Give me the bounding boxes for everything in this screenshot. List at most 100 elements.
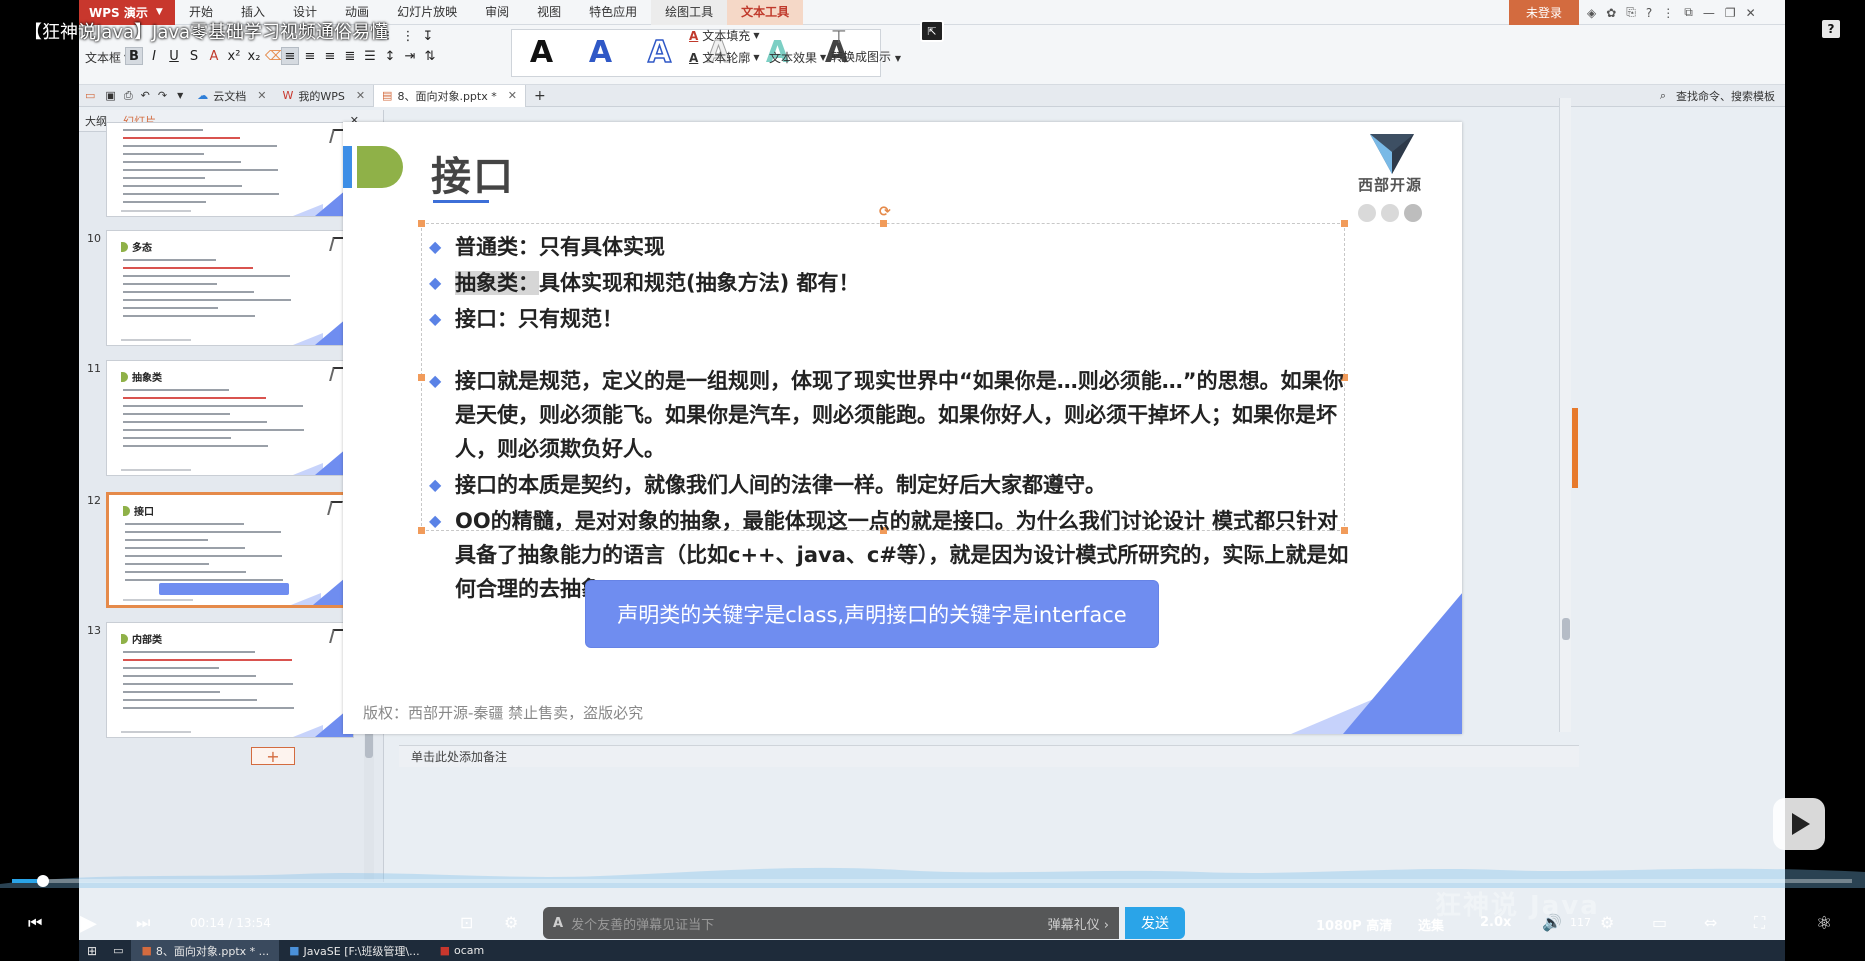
underline-icon[interactable]: U [165,47,183,65]
slide-canvas[interactable]: 接口 西部开源 ⟳ 普通类：只有具体实现 抽象类：具体实现和规范(抽象方法) 都… [343,122,1462,734]
shadow-icon[interactable]: S [185,47,203,65]
close-tab-icon[interactable]: ✕ [257,89,266,102]
video-progress-bar[interactable] [12,875,1852,887]
player-menu-icon[interactable]: ⚛ [1816,913,1832,934]
close-tab-icon[interactable]: ✕ [356,89,365,102]
wordart-style-1[interactable]: A [530,38,553,68]
slide-thumbnail[interactable]: 抽象类 [106,360,354,476]
menu-item[interactable]: 幻灯片放映 [383,0,471,25]
open-folder-icon[interactable]: ▭ [79,89,101,102]
resize-handle[interactable] [1341,220,1348,227]
slide-thumbnail[interactable]: 多态 [106,230,354,346]
window-restore-icon[interactable]: ⧉ [1684,5,1693,20]
danmaku-settings-icon[interactable]: ⚙ [504,913,518,932]
danmaku-etiquette-link[interactable]: 弹幕礼仪 › [1048,914,1109,933]
redo-icon[interactable]: ↷ [154,89,171,102]
document-tab[interactable]: ▤ 8、面向对象.pptx * ✕ [373,84,526,107]
resize-handle[interactable] [418,220,425,227]
bold-icon[interactable]: B [125,47,143,65]
indent-icon[interactable]: ⇥ [401,47,419,65]
slide-thumbnail[interactable] [106,122,354,217]
next-icon[interactable]: ⏭ [136,913,150,933]
web-fullscreen-icon[interactable]: ⇔ [1704,913,1717,932]
convert-smartart-button[interactable]: ⊤ 转换成图示 ▼ [831,27,901,65]
taskbar-item[interactable]: ■ JavaSE [F:\班级管理\... [279,940,429,961]
danmaku-input[interactable]: A 发个友善的弹幕见证当下 弹幕礼仪 › [543,907,1119,939]
wordart-style-2[interactable]: A [589,38,612,68]
search-commands[interactable]: 查找命令、搜索模板 [1676,88,1775,104]
document-tab[interactable]: ☁ 云文档 ✕ [189,85,274,107]
subscript-icon[interactable]: x₂ [245,47,263,65]
text-fill-dropdown[interactable]: A 文本填充 ▼ [689,27,759,44]
task-view-icon[interactable]: ▭ [105,944,131,957]
rotate-handle-icon[interactable]: ⟳ [879,204,891,220]
menu-item[interactable]: 审阅 [471,0,523,25]
chevron-down-icon[interactable]: ▼ [171,91,189,100]
play-icon[interactable]: ▶ [80,911,97,936]
danmaku-style-icon[interactable]: A [553,916,563,931]
widescreen-icon[interactable]: ▭ [1652,913,1667,932]
align-right-icon[interactable]: ≡ [321,47,339,65]
slide-title[interactable]: 接口 [431,144,515,202]
new-tab-icon[interactable]: + [526,88,554,104]
slide-body[interactable]: 普通类：只有具体实现 抽象类：具体实现和规范(抽象方法) 都有！ 接口：只有规范… [429,230,1349,608]
help-icon[interactable]: ? [1646,6,1652,20]
settings-icon[interactable]: ⚙ [1600,913,1614,932]
menu-item[interactable]: 文本工具 [727,0,804,25]
maximize-icon[interactable]: ❐ [1725,6,1736,20]
undo-icon[interactable]: ↶ [137,89,154,102]
slide-scroll-thumb[interactable] [1562,618,1570,640]
text-outline-dropdown[interactable]: A 文本轮廓 ▼ [689,49,759,66]
print-icon[interactable]: ⎙ [120,89,137,103]
send-danmaku-button[interactable]: 发送 [1125,907,1185,939]
more-icon[interactable]: ⋮ [1662,6,1674,20]
text-box-dropdown[interactable]: 文本框 ▼ [85,49,130,66]
slide-scrollbar[interactable] [1559,98,1571,732]
menu-item[interactable]: 特色应用 [575,0,651,25]
menu-item[interactable]: 视图 [523,0,575,25]
justify-icon[interactable]: ≣ [341,47,359,65]
document-tab[interactable]: W 我的WPS ✕ [274,85,373,107]
superscript-icon[interactable]: x² [225,47,243,65]
align-left-icon[interactable]: ≡ [281,47,299,65]
resize-handle[interactable] [418,527,425,534]
login-button[interactable]: 未登录 [1509,0,1579,25]
add-slide-button[interactable]: + [251,747,295,766]
close-tab-icon[interactable]: ✕ [508,89,517,102]
slide-thumbnail[interactable]: 接口 [106,492,354,608]
keyword-callout[interactable]: 声明类的关键字是class,声明接口的关键字是interface [585,580,1159,648]
font-color-icon[interactable]: A [205,47,223,65]
share-icon[interactable]: ⎘ [1626,5,1636,20]
outline-tab[interactable]: 大纲 [85,113,107,129]
menu-item[interactable]: 绘图工具 [651,0,728,25]
taskbar-item[interactable]: ■ 8、面向对象.pptx * ... [131,940,280,961]
picture-in-picture-icon[interactable]: ⇱ [920,20,944,42]
windows-start-icon[interactable]: ⊞ [79,944,105,958]
quality-selector[interactable]: 1080P 高清 [1316,915,1392,934]
align-center-icon[interactable]: ≡ [301,47,319,65]
close-icon[interactable]: ✕ [1746,6,1756,20]
numbered-list-icon[interactable]: ⋮ [399,27,417,45]
skin-icon[interactable]: ◈ [1587,6,1596,20]
resize-handle[interactable] [418,374,425,381]
question-icon[interactable]: ? [1822,20,1840,38]
resize-handle[interactable] [880,220,887,227]
distribute-icon[interactable]: ☰ [361,47,379,65]
danmaku-toggle-icon[interactable]: ⊡ [460,913,473,932]
minimize-icon[interactable]: — [1703,6,1715,20]
text-effect-dropdown[interactable]: 文本效果 ▼ [769,49,826,66]
line-spacing-icon[interactable]: ↕ [381,47,399,65]
save-icon[interactable]: ▣ [101,89,119,102]
fullscreen-icon[interactable]: ⛶ [1754,913,1765,933]
previous-icon[interactable]: ⏮ [28,913,42,933]
settings-icon[interactable]: ✿ [1606,6,1616,20]
notes-area[interactable]: 单击此处添加备注 [399,745,1579,767]
font-size-icon[interactable]: ↧ [419,27,437,45]
wordart-style-3[interactable]: A [647,37,672,69]
text-direction-icon[interactable]: ⇅ [421,47,439,65]
slide-thumbnail[interactable]: 内部类 [106,622,354,738]
taskbar-item[interactable]: ■ ocam [430,940,495,961]
italic-icon[interactable]: I [145,47,163,65]
floating-play-icon[interactable] [1773,798,1825,850]
brand-logo-icon [1370,134,1414,174]
